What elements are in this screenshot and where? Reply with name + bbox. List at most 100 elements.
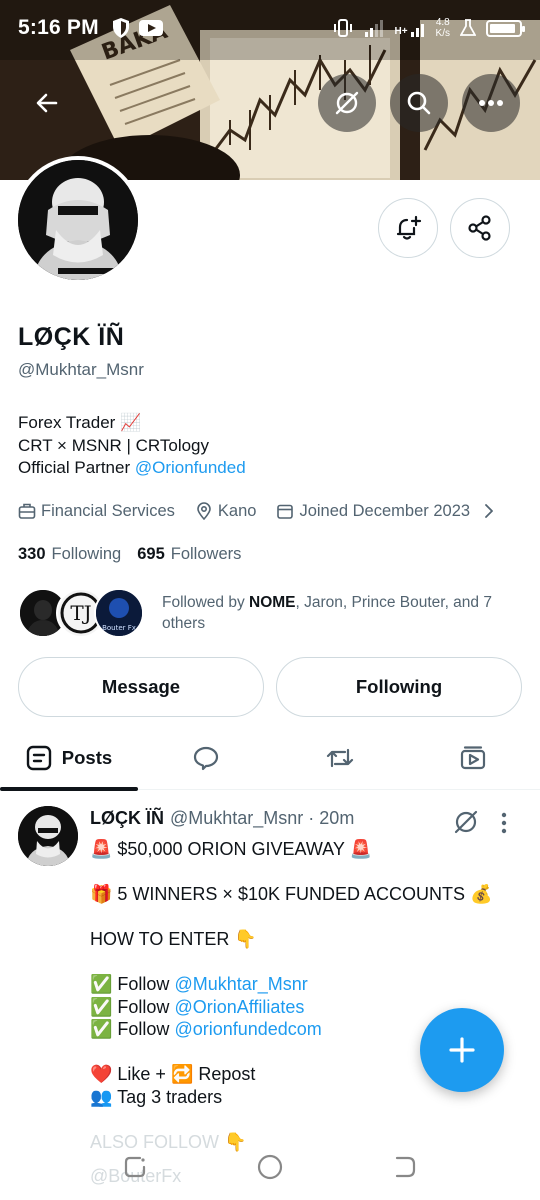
followed-by-prefix: Followed by [162,594,250,611]
profile-banner[interactable]: BAKA 5:16 PM H+ 4.8 K/s [0,0,540,180]
followed-by-row[interactable]: TJ Bouter Fx Followed by NOME, Jaron, Pr… [18,588,532,638]
following-button[interactable]: Following [276,657,522,717]
profile-handle: @Mukhtar_Msnr [18,360,144,379]
following-label: Following [51,545,122,563]
post-line: HOW TO ENTER 👇 [90,929,257,949]
system-nav-bar [0,1140,540,1200]
message-button[interactable]: Message [18,657,264,717]
home-circle-icon [257,1154,283,1180]
profile-tabs: Posts [0,726,540,791]
recents-button[interactable] [120,1152,150,1182]
followers-stat[interactable]: 695 Followers [137,545,241,564]
location-text: Kano [217,501,257,520]
status-left-icons [111,17,163,39]
more-button[interactable] [462,74,520,132]
tab-posts-label: Posts [61,747,113,768]
back-nav-button[interactable] [390,1152,420,1182]
video-icon [460,746,486,770]
post-more-button[interactable] [500,812,508,839]
shield-icon [112,18,129,38]
following-count: 330 [18,545,46,563]
post-author-meta: @Mukhtar_Msnr · 20m [170,808,355,828]
network-speed-value: 4.8 [435,17,450,28]
grok-icon [454,810,478,834]
grok-button[interactable] [318,74,376,132]
compose-button[interactable] [420,1008,504,1092]
profile-avatar[interactable] [14,156,142,284]
search-icon [407,91,431,115]
back-button[interactable] [18,74,76,132]
arrow-left-icon [36,93,58,113]
status-bar: 5:16 PM H+ 4.8 K/s [0,0,540,56]
briefcase-icon [18,503,36,519]
followers-label: Followers [170,545,242,563]
share-button[interactable] [450,198,510,258]
tab-posts[interactable]: Posts [0,726,138,791]
grok-icon [335,91,359,115]
tab-replies[interactable] [138,726,274,790]
bio-line-2: CRT × MSNR | CRTology [18,435,210,455]
mention-link[interactable]: @orionfundedcom [174,1019,321,1039]
follow-prefix: ✅ Follow [90,974,175,994]
category-item: Financial Services [18,502,175,521]
category-text: Financial Services [41,501,175,520]
mention-link[interactable]: @Mukhtar_Msnr [174,974,307,994]
tab-reposts[interactable] [274,726,406,790]
followed-by-text: Followed by NOME, Jaron, Prince Bouter, … [162,592,532,634]
calendar-icon [277,504,294,519]
notifications-button[interactable] [378,198,438,258]
more-horizontal-icon [479,100,503,106]
avatar-image [18,160,138,280]
follower-avatar-3-text: Bouter Fx [102,624,136,632]
bio-line-3: Official Partner @Orionfunded [18,457,246,480]
post-line: 🚨 $50,000 ORION GIVEAWAY 🚨 [90,839,372,859]
tab-media[interactable] [406,726,540,790]
post-author-name[interactable]: LØÇK ÏÑ [90,808,164,829]
svg-text:TJ: TJ [70,601,91,625]
followed-by-bold: NOME [249,594,296,611]
bell-plus-icon [396,215,422,240]
network-speed-unit: K/s [435,28,450,39]
posts-icon [26,745,51,771]
bio-line-1: Forex Trader 📈 [18,413,142,432]
follow-prefix: ✅ Follow [90,996,175,1017]
recents-icon [124,1156,146,1178]
search-button[interactable] [390,74,448,132]
follow-prefix: ✅ Follow [90,1019,175,1039]
back-nav-icon [395,1156,416,1178]
location-pin-icon [197,502,211,520]
post-line: 🎁 5 WINNERS × $10K FUNDED ACCOUNTS 💰 [90,884,493,904]
location-item: Kano [195,501,257,521]
plus-icon [449,1037,475,1063]
reply-icon [193,746,219,771]
network-type: H+ [394,26,408,37]
youtube-icon [138,20,163,36]
joined-item[interactable]: Joined December 2023 [276,502,497,521]
flask-icon [460,19,476,36]
chevron-right-icon [485,504,493,518]
following-stat[interactable]: 330 Following [18,545,121,564]
joined-text: Joined December 2023 [299,501,471,520]
signal-icon-1 [365,20,384,37]
followers-count: 695 [137,545,165,563]
post-header: LØÇK ÏÑ @Mukhtar_Msnr · 20m [90,808,354,829]
post-item[interactable]: LØÇK ÏÑ @Mukhtar_Msnr · 20m 🚨 $50,000 OR… [0,790,540,1200]
orionfunded-link[interactable]: @Orionfunded [135,458,246,477]
post-follow-line: ✅ Follow @Mukhtar_Msnr [90,973,510,996]
post-grok-button[interactable] [452,808,480,841]
profile-name: LØÇK ÏÑ [18,323,125,351]
mention-link[interactable]: @OrionAffiliates [174,997,304,1017]
post-avatar[interactable] [18,806,78,866]
home-button[interactable] [255,1152,285,1182]
vibrate-icon [334,19,353,37]
bio-line-3-prefix: Official Partner [18,458,135,477]
status-right-icons: H+ 4.8 K/s [332,17,525,39]
repost-icon [326,748,354,768]
more-vertical-icon [501,812,507,834]
signal-icon-2: H+ [394,19,425,37]
network-speed: 4.8 K/s [436,17,450,39]
battery-fill [490,23,516,33]
battery-icon [486,19,525,37]
follower-avatar-3: Bouter Fx [94,588,144,638]
top-actions [0,74,540,132]
